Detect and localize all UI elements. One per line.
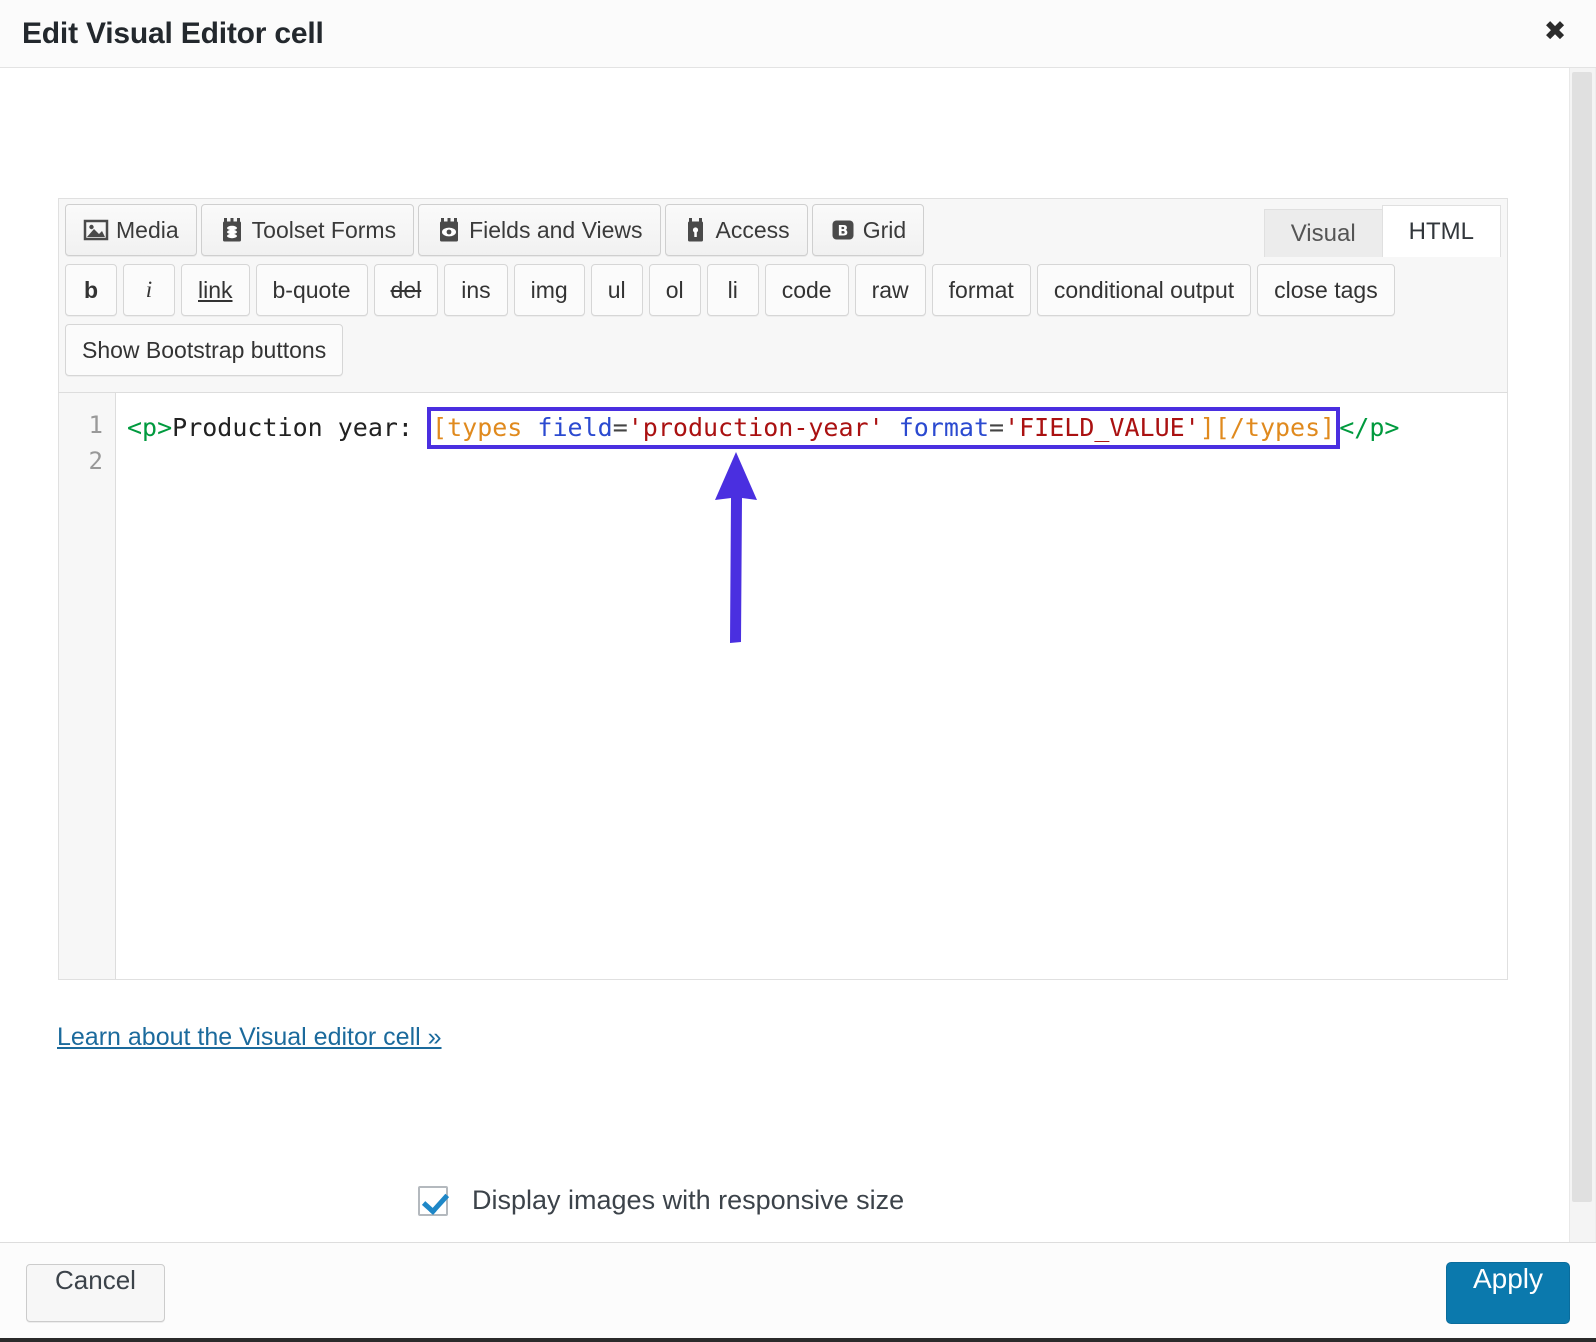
option-disable-automatic-paragraphs[interactable]: Disable automatic paragraphs — [418, 1230, 1118, 1242]
bootstrap-buttons-row: Show Bootstrap buttons — [59, 324, 1507, 384]
insert-media-button[interactable]: Media — [65, 204, 197, 256]
shortcode-name: types — [447, 413, 522, 442]
quicktag-li[interactable]: li — [707, 264, 759, 316]
vertical-scrollbar[interactable] — [1569, 68, 1595, 1242]
quicktag-link[interactable]: link — [181, 264, 250, 316]
toolset-forms-button[interactable]: Toolset Forms — [201, 204, 414, 256]
checkbox-display-images-responsive[interactable] — [418, 1186, 448, 1216]
show-bootstrap-buttons-button[interactable]: Show Bootstrap buttons — [65, 324, 343, 376]
html-code-editor[interactable]: 1 2 <p>Production year: [types field='pr… — [58, 392, 1508, 980]
quicktag-del[interactable]: del — [374, 264, 439, 316]
code-content[interactable]: <p>Production year: [types field='produc… — [116, 393, 1507, 979]
shortcode-attr-format: format — [899, 413, 989, 442]
content-pane: Visual HTML — [0, 68, 1568, 1242]
fields-and-views-label: Fields and Views — [469, 217, 642, 244]
quicktag-i[interactable]: i — [123, 264, 175, 316]
bootstrap-grid-label: Grid — [863, 217, 906, 244]
quicktag-format[interactable]: format — [932, 264, 1031, 316]
code-static-text: Production year: — [172, 413, 428, 442]
shortcode-open-bracket: [ — [432, 413, 447, 442]
code-open-tag: <p> — [127, 413, 172, 442]
insert-media-label: Media — [116, 217, 179, 244]
quicktag-buttons-row: b i link b-quote del ins img ul ol li co… — [59, 256, 1507, 324]
code-close-tag: </p> — [1339, 413, 1399, 442]
options-list: Display images with responsive size Disa… — [418, 1171, 1118, 1242]
shortcode-highlight: [types field='production-year' format='F… — [427, 407, 1340, 449]
scrollbar-thumb[interactable] — [1572, 72, 1592, 1202]
fields-and-views-icon — [436, 217, 462, 243]
close-icon[interactable]: ✖ — [1538, 14, 1572, 48]
tab-html[interactable]: HTML — [1382, 205, 1501, 257]
dialog-body: Visual HTML — [0, 68, 1596, 1242]
line-number: 1 — [59, 407, 115, 443]
quicktag-b[interactable]: b — [65, 264, 117, 316]
shortcode-close-bracket: ] — [1200, 413, 1215, 442]
option-display-images-responsive[interactable]: Display images with responsive size — [418, 1171, 1118, 1230]
editor-mode-tabs: Visual HTML — [1265, 205, 1501, 257]
quicktag-ol[interactable]: ol — [649, 264, 701, 316]
shortcode-closing-tag: [/types] — [1215, 413, 1335, 442]
quicktag-raw[interactable]: raw — [855, 264, 926, 316]
access-lock-icon — [683, 217, 709, 243]
quicktag-conditional-output[interactable]: conditional output — [1037, 264, 1251, 316]
dialog-header: Edit Visual Editor cell ✖ — [0, 0, 1596, 68]
shortcode-attr-field-value: 'production-year' — [628, 413, 884, 442]
editor-toolbar: Visual HTML — [58, 198, 1508, 392]
fields-and-views-button[interactable]: Fields and Views — [418, 204, 660, 256]
shortcode-attr-field: field — [537, 413, 612, 442]
quicktag-close-tags[interactable]: close tags — [1257, 264, 1395, 316]
cancel-button[interactable]: Cancel — [26, 1264, 165, 1322]
dialog-footer: Cancel Apply — [0, 1242, 1596, 1342]
shortcode-attr-format-value: 'FIELD_VALUE' — [1004, 413, 1200, 442]
quicktag-b-quote[interactable]: b-quote — [256, 264, 368, 316]
toolset-forms-label: Toolset Forms — [252, 217, 396, 244]
bootstrap-grid-button[interactable]: B Grid — [812, 204, 924, 256]
tab-visual[interactable]: Visual — [1264, 209, 1383, 257]
quicktag-ul[interactable]: ul — [591, 264, 643, 316]
page-title: Edit Visual Editor cell — [22, 17, 324, 51]
tab-visual-label: Visual — [1291, 220, 1356, 248]
access-label: Access — [716, 217, 790, 244]
edit-visual-editor-cell-dialog: Edit Visual Editor cell ✖ Visual HTML — [0, 0, 1596, 1342]
quicktag-img[interactable]: img — [514, 264, 585, 316]
quicktag-ins[interactable]: ins — [444, 264, 507, 316]
line-number: 2 — [59, 443, 115, 479]
quicktag-code[interactable]: code — [765, 264, 849, 316]
apply-button[interactable]: Apply — [1446, 1262, 1570, 1324]
toolset-forms-icon — [219, 217, 245, 243]
option-label: Display images with responsive size — [472, 1185, 904, 1216]
window-bottom-edge — [0, 1338, 1596, 1342]
learn-about-visual-editor-cell-link[interactable]: Learn about the Visual editor cell » — [57, 1023, 442, 1052]
tab-html-label: HTML — [1409, 218, 1474, 246]
image-icon — [83, 217, 109, 243]
editor-container: Visual HTML — [58, 198, 1508, 980]
line-number-gutter: 1 2 — [59, 393, 116, 979]
svg-text:B: B — [837, 224, 848, 240]
access-button[interactable]: Access — [665, 204, 808, 256]
bootstrap-grid-icon: B — [830, 217, 856, 243]
